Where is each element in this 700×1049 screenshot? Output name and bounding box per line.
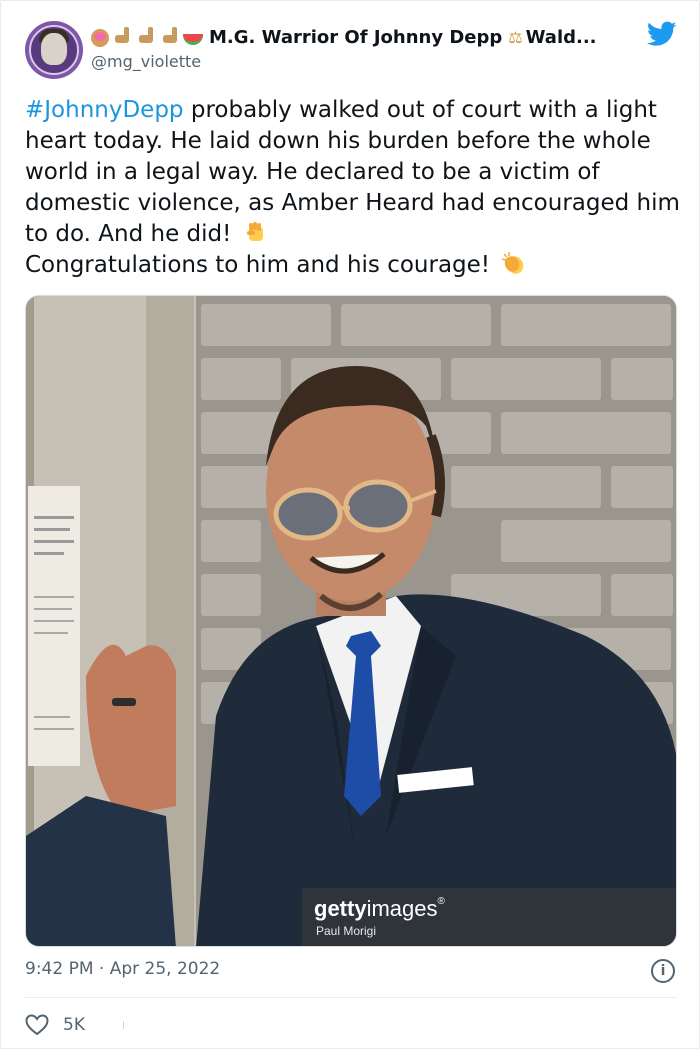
llama-icon [135, 27, 157, 47]
tweet-header: M.G. Warrior Of Johnny Depp ⚖ Wald... @m… [25, 21, 677, 81]
getty-brand-bold: getty [314, 896, 367, 921]
like-count: 5K [63, 1015, 85, 1035]
donut-icon [91, 28, 109, 47]
getty-registered: ® [437, 896, 445, 907]
timestamp[interactable]: 9:42 PM · Apr 25, 2022 [25, 959, 220, 979]
balance-scale-icon: ⚖ [508, 27, 523, 47]
getty-brand-light: images [366, 896, 438, 921]
author-block[interactable]: M.G. Warrior Of Johnny Depp ⚖ Wald... @m… [91, 23, 631, 73]
action-separator [122, 1021, 124, 1029]
clapping-hands-icon [502, 252, 524, 274]
tweet-text-closing: Congratulations to him and his courage! [25, 252, 491, 278]
llama-icon [159, 27, 181, 47]
raised-fist-icon [246, 222, 263, 241]
photo-scene [26, 296, 676, 946]
like-button[interactable]: 5K [25, 1011, 85, 1039]
display-name-suffix: Wald... [525, 26, 597, 48]
divider [25, 997, 677, 998]
getty-logo: gettyimages® [314, 896, 445, 922]
llama-icon [111, 27, 133, 47]
user-handle[interactable]: @mg_violette [91, 51, 631, 73]
display-name: M.G. Warrior Of Johnny Depp [209, 26, 503, 48]
info-icon[interactable]: i [651, 959, 675, 983]
tweet-text: #JohnnyDepp probably walked out of court… [25, 95, 681, 281]
tweet-meta: 9:42 PM · Apr 25, 2022 i [25, 959, 677, 985]
name-emoji-row [91, 27, 205, 47]
tweet-card: M.G. Warrior Of Johnny Depp ⚖ Wald... @m… [0, 0, 700, 1049]
hashtag-link[interactable]: #JohnnyDepp [25, 97, 184, 123]
getty-watermark: gettyimages® Paul Morigi [302, 888, 676, 946]
photo-credit: Paul Morigi [316, 924, 377, 938]
watermelon-icon [183, 34, 203, 45]
tweet-photo[interactable]: gettyimages® Paul Morigi [25, 295, 677, 947]
action-bar: 5K [25, 1011, 677, 1039]
avatar[interactable] [25, 21, 83, 79]
heart-icon [25, 1014, 49, 1036]
display-name-row[interactable]: M.G. Warrior Of Johnny Depp ⚖ Wald... [91, 23, 631, 51]
avatar-face [41, 33, 67, 65]
twitter-bird-icon[interactable] [647, 21, 677, 47]
